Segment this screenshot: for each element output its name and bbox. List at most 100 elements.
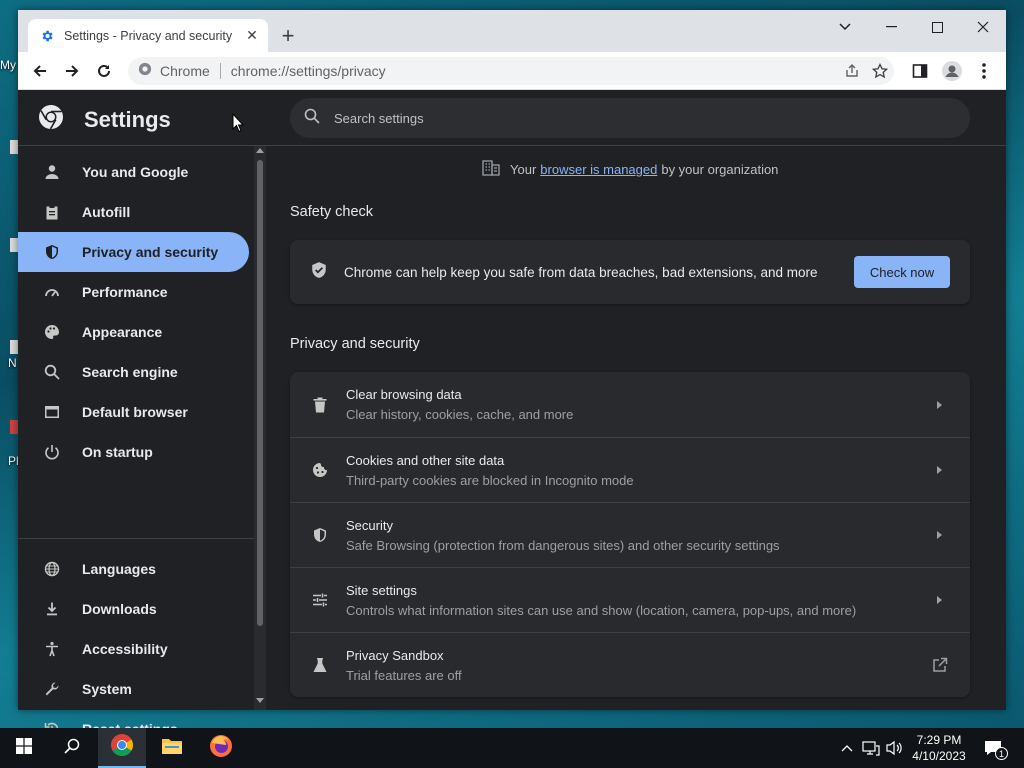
sidebar-item-privacy-and-security[interactable]: Privacy and security <box>18 232 249 272</box>
building-icon <box>482 160 500 179</box>
flask-icon <box>310 655 330 675</box>
tab-title: Settings - Privacy and security <box>64 28 233 43</box>
sidebar-item-performance[interactable]: Performance <box>18 272 249 312</box>
privacy-section-heading: Privacy and security <box>290 336 420 352</box>
minimize-icon[interactable] <box>868 12 914 42</box>
menu-kebab-icon[interactable] <box>970 57 998 85</box>
desktop-icon[interactable] <box>10 238 18 252</box>
sidebar-item-label: You and Google <box>82 164 189 180</box>
firefox-logo-icon <box>209 734 233 763</box>
search-input[interactable] <box>334 110 934 126</box>
browser-toolbar: Chrome chrome://settings/privacy <box>18 52 1006 90</box>
reload-icon[interactable] <box>90 57 118 85</box>
sidebar-item-label: Languages <box>82 561 156 577</box>
url-text[interactable]: chrome://settings/privacy <box>231 63 838 79</box>
maximize-icon[interactable] <box>914 12 960 42</box>
search-box[interactable] <box>290 98 970 138</box>
desktop-icon[interactable] <box>10 340 18 354</box>
shield-icon <box>310 525 330 545</box>
network-icon[interactable] <box>860 728 882 768</box>
close-window-icon[interactable] <box>960 12 1006 42</box>
sidebar-item-label: Appearance <box>82 324 163 340</box>
cookie-icon <box>310 460 330 480</box>
desktop-icon-label[interactable]: N <box>8 356 17 370</box>
sidebar-item-downloads[interactable]: Downloads <box>18 589 249 629</box>
row-text: Site settings Controls what information … <box>346 583 937 618</box>
settings-page: Settings You and Google Autofill Privac <box>18 90 1006 737</box>
row-subtitle: Third-party cookies are blocked in Incog… <box>346 472 634 488</box>
taskbar-search-button[interactable] <box>48 728 96 768</box>
profile-avatar-icon[interactable] <box>938 57 966 85</box>
person-icon <box>42 162 62 182</box>
notification-count: 1 <box>995 747 1008 760</box>
search-icon <box>64 738 80 759</box>
globe-icon <box>42 559 62 579</box>
palette-icon <box>42 322 62 342</box>
tab-settings[interactable]: Settings - Privacy and security ✕ <box>28 19 268 52</box>
list-item-security[interactable]: Security Safe Browsing (protection from … <box>290 502 970 567</box>
settings-header: Settings <box>18 90 1006 146</box>
browser-window: Settings - Privacy and security ✕ + Chro… <box>18 10 1006 737</box>
sidebar-item-system[interactable]: System <box>18 669 249 709</box>
sidebar-item-accessibility[interactable]: Accessibility <box>18 629 249 669</box>
check-now-button[interactable]: Check now <box>854 256 950 288</box>
taskbar-clock[interactable]: 7:29 PM 4/10/2023 <box>904 732 974 764</box>
sidebar-item-languages[interactable]: Languages <box>18 549 249 589</box>
speedometer-icon <box>42 282 62 302</box>
sidebar-item-on-startup[interactable]: On startup <box>18 432 249 472</box>
chrome-logo-icon <box>38 104 64 135</box>
forward-arrow-icon[interactable] <box>58 57 86 85</box>
list-item-clear-browsing-data[interactable]: Clear browsing data Clear history, cooki… <box>290 372 970 437</box>
sidebar-item-you-and-google[interactable]: You and Google <box>18 152 249 192</box>
safety-check-card: Chrome can help keep you safe from data … <box>290 240 970 304</box>
wrench-icon <box>42 679 62 699</box>
sidebar-item-search-engine[interactable]: Search engine <box>18 352 249 392</box>
browser-managed-link[interactable]: browser is managed <box>540 162 657 177</box>
start-button[interactable] <box>0 728 48 768</box>
settings-main: Your browser is managed by your organiza… <box>268 146 1006 710</box>
managed-notice: Your browser is managed by your organiza… <box>482 160 778 179</box>
row-subtitle: Safe Browsing (protection from dangerous… <box>346 537 780 553</box>
row-text: Cookies and other site data Third-party … <box>346 453 937 488</box>
sidebar-scrollbar[interactable] <box>254 146 266 710</box>
row-title: Security <box>346 517 393 533</box>
tab-close-icon[interactable]: ✕ <box>242 26 262 46</box>
sidebar-item-default-browser[interactable]: Default browser <box>18 392 249 432</box>
tray-overflow-chevron-icon[interactable] <box>838 728 856 768</box>
notification-center-button[interactable]: 1 <box>980 728 1008 768</box>
clipboard-icon <box>42 202 62 222</box>
omnibox-separator <box>219 63 221 79</box>
side-panel-icon[interactable] <box>906 57 934 85</box>
list-item-privacy-sandbox[interactable]: Privacy Sandbox Trial features are off <box>290 632 970 697</box>
address-bar[interactable]: Chrome chrome://settings/privacy <box>128 57 894 85</box>
desktop-icon-label[interactable]: My <box>0 58 16 72</box>
scroll-up-arrow-icon[interactable] <box>256 148 264 153</box>
power-icon <box>42 442 62 462</box>
settings-brand: Settings <box>38 104 171 135</box>
sidebar-divider <box>18 538 254 539</box>
sidebar-item-appearance[interactable]: Appearance <box>18 312 249 352</box>
scroll-thumb[interactable] <box>257 160 263 626</box>
new-tab-button[interactable]: + <box>276 23 300 48</box>
tab-search-icon[interactable] <box>822 12 868 42</box>
desktop-icon[interactable] <box>10 140 18 154</box>
notification-icon: 1 <box>984 740 1008 760</box>
mouse-cursor-icon <box>232 112 245 138</box>
back-arrow-icon[interactable] <box>26 57 54 85</box>
open-in-new-icon <box>930 655 950 675</box>
taskbar-chrome-button[interactable] <box>98 728 146 768</box>
bookmark-star-icon[interactable] <box>866 57 894 85</box>
scroll-down-arrow-icon[interactable] <box>256 698 264 703</box>
sidebar-item-autofill[interactable]: Autofill <box>18 192 249 232</box>
folder-icon <box>161 737 183 760</box>
desktop-icon[interactable] <box>10 420 18 434</box>
chrome-logo-icon <box>138 62 152 81</box>
share-icon[interactable] <box>838 57 866 85</box>
list-item-site-settings[interactable]: Site settings Controls what information … <box>290 567 970 632</box>
list-item-cookies[interactable]: Cookies and other site data Third-party … <box>290 437 970 502</box>
volume-icon[interactable] <box>884 728 906 768</box>
sidebar-item-label: Autofill <box>82 204 131 220</box>
taskbar-file-explorer-button[interactable] <box>148 728 196 768</box>
row-title: Privacy Sandbox <box>346 647 444 663</box>
taskbar-firefox-button[interactable] <box>197 728 245 768</box>
